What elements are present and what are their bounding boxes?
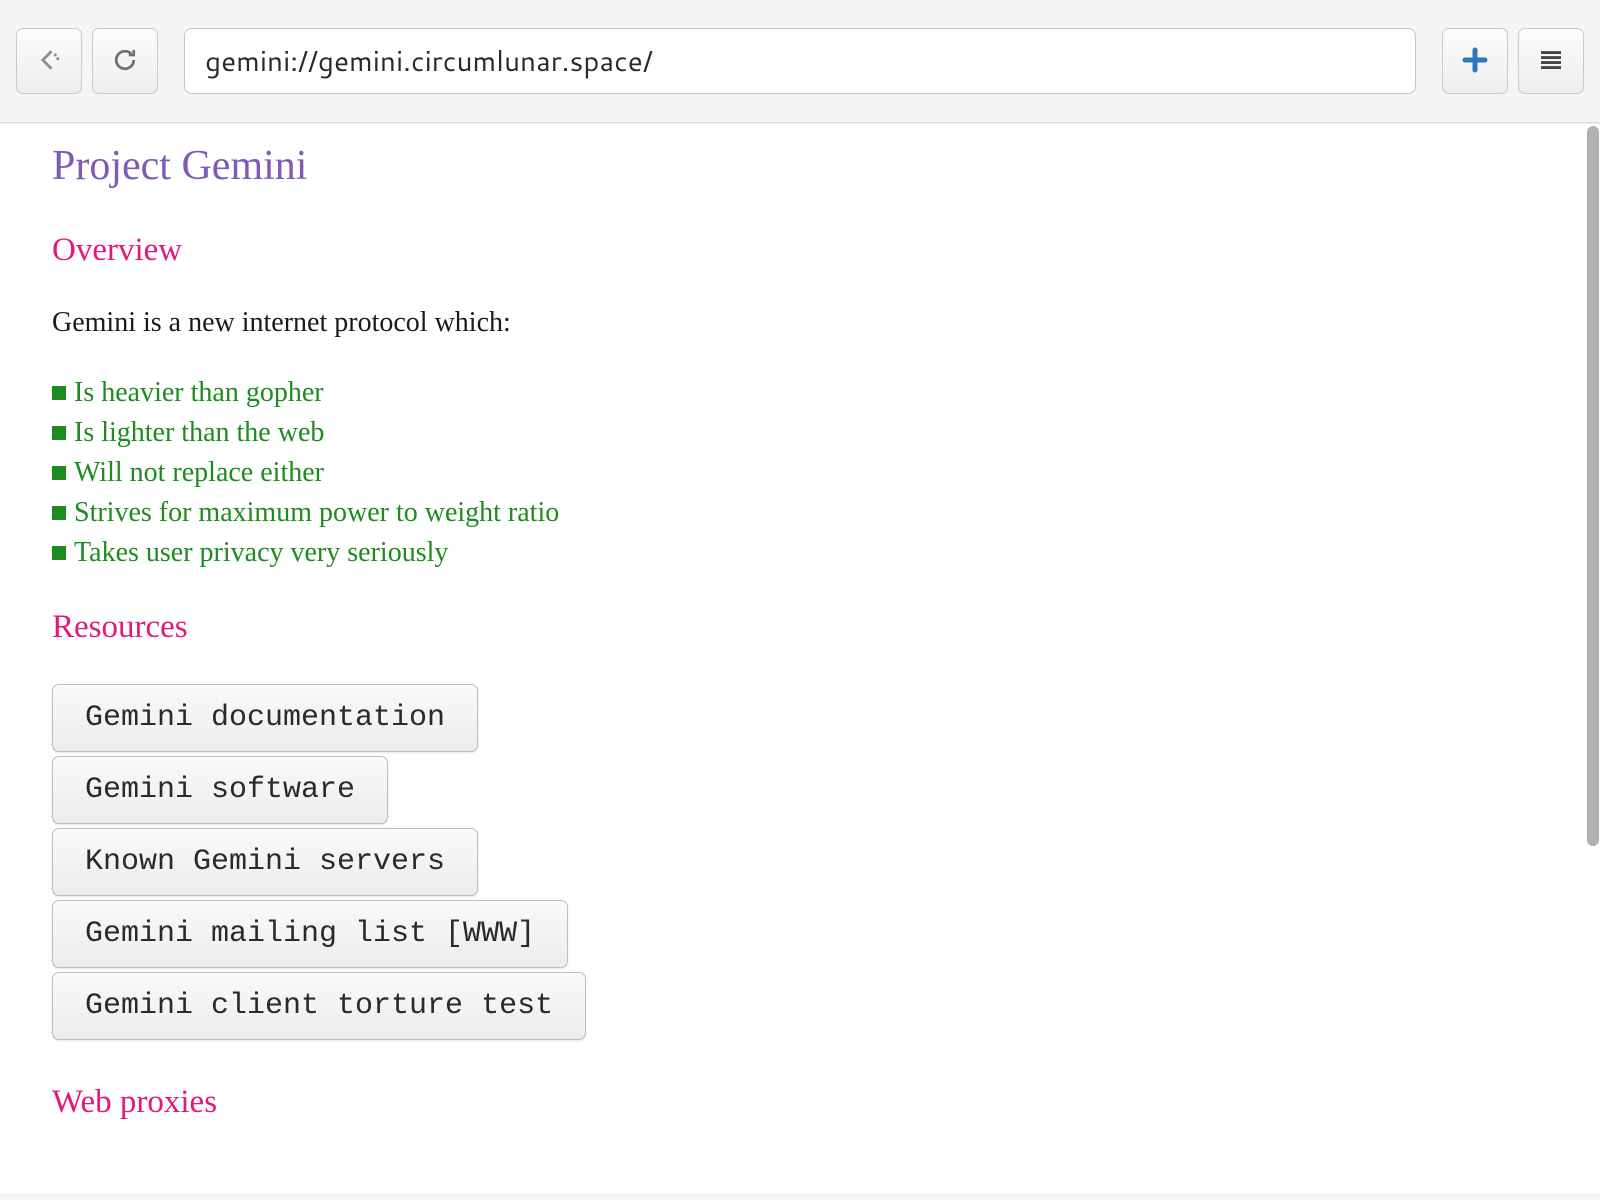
list-item: Takes user privacy very seriously [52,537,1548,569]
link-gemini-mailing-list[interactable]: Gemini mailing list [WWW] [52,900,568,968]
link-gemini-documentation[interactable]: Gemini documentation [52,684,478,752]
overview-heading: Overview [52,232,1548,269]
link-known-gemini-servers[interactable]: Known Gemini servers [52,828,478,896]
resources-heading: Resources [52,609,1548,646]
scrollbar-thumb[interactable] [1587,126,1599,846]
bullet-text: Is heavier than gopher [74,377,324,409]
webproxies-heading: Web proxies [52,1084,1548,1121]
webproxies-links: placeholder [52,1159,1548,1193]
bullet-icon [52,506,66,520]
list-item: Is lighter than the web [52,417,1548,449]
link-gemini-software[interactable]: Gemini software [52,756,388,824]
content-area: Project Gemini Overview Gemini is a new … [0,123,1600,1193]
bullet-text: Will not replace either [74,457,324,489]
bullet-icon [52,546,66,560]
plus-icon [1460,45,1490,78]
bullet-text: Is lighter than the web [74,417,324,449]
page-title: Project Gemini [52,142,1548,190]
menu-button[interactable] [1518,28,1584,94]
list-item: Will not replace either [52,457,1548,489]
toolbar-right [1442,28,1584,94]
list-item: Strives for maximum power to weight rati… [52,497,1548,529]
intro-text: Gemini is a new internet protocol which: [52,307,1548,339]
menu-icon [1536,45,1566,78]
bullet-list: Is heavier than gopher Is lighter than t… [52,377,1548,569]
back-icon [34,45,64,78]
bullet-icon [52,386,66,400]
link-gemini-client-torture-test[interactable]: Gemini client torture test [52,972,586,1040]
reload-button[interactable] [92,28,158,94]
bullet-text: Takes user privacy very seriously [74,537,448,569]
resources-links: Gemini documentation Gemini software Kno… [52,684,1548,1044]
bullet-text: Strives for maximum power to weight rati… [74,497,559,529]
bullet-icon [52,466,66,480]
new-tab-button[interactable] [1442,28,1508,94]
address-input[interactable] [184,28,1416,94]
list-item: Is heavier than gopher [52,377,1548,409]
back-button[interactable] [16,28,82,94]
toolbar [0,0,1600,123]
bullet-icon [52,426,66,440]
reload-icon [110,45,140,78]
